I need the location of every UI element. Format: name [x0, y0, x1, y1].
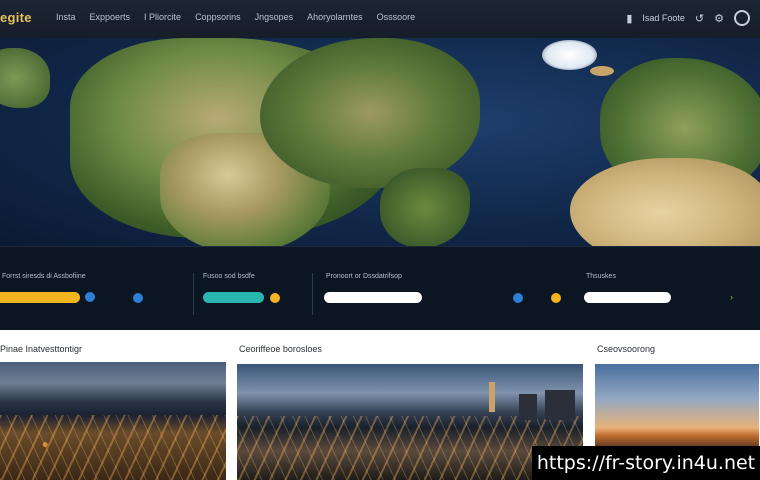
- site-logo[interactable]: egite: [0, 10, 32, 25]
- card-title-3: Cseovsoorong: [597, 344, 656, 354]
- watermark-url: https://fr-story.in4u.net: [532, 446, 760, 480]
- map-island: [590, 66, 614, 76]
- main-nav: Insta Exppoerts I Pliorcite Coppsorins J…: [56, 12, 415, 22]
- nav-item-1[interactable]: Insta: [56, 12, 76, 22]
- status-dot-yellow[interactable]: [270, 293, 280, 303]
- input-bar-3[interactable]: [324, 292, 422, 303]
- status-dot-blue[interactable]: [133, 293, 143, 303]
- nav-item-2[interactable]: Exppoerts: [90, 12, 131, 22]
- nav-item-6[interactable]: Ahoryolarntes: [307, 12, 363, 22]
- panel-label-2: Fusoo sod bsdfe: [203, 273, 255, 280]
- nav-item-7[interactable]: Osssoore: [377, 12, 416, 22]
- nav-item-3[interactable]: I Pliorcite: [144, 12, 181, 22]
- nav-item-5[interactable]: Jngsopes: [255, 12, 294, 22]
- input-bar-4[interactable]: [584, 292, 671, 303]
- map-landmass: [380, 168, 470, 246]
- tower-building: [489, 382, 495, 412]
- nav-item-4[interactable]: Coppsorins: [195, 12, 241, 22]
- map-ice-cap: [542, 40, 597, 70]
- panel-divider: [312, 273, 313, 315]
- header-account-link[interactable]: Isad Foote: [642, 13, 685, 23]
- panel-divider: [193, 273, 194, 315]
- bookmark-icon[interactable]: ▮: [626, 12, 632, 25]
- dashboard-strip: Forrst siresds di Assbofiine Fusoo sod b…: [0, 246, 760, 332]
- city-lights: [0, 415, 226, 480]
- map-landmass: [0, 48, 50, 108]
- settings-icon[interactable]: ⚙: [714, 12, 724, 25]
- tower-building: [545, 390, 575, 420]
- map-landmass: [570, 158, 760, 246]
- card-title-2: Ceoriffeoe borosloes: [239, 344, 322, 354]
- chevron-right-icon[interactable]: ›: [730, 292, 733, 302]
- tower-building: [519, 394, 537, 420]
- progress-bar-1[interactable]: [0, 292, 80, 303]
- share-icon[interactable]: ↺: [695, 12, 704, 25]
- top-navigation-bar: egite Insta Exppoerts I Pliorcite Coppso…: [0, 0, 760, 39]
- map-landmass: [260, 38, 480, 188]
- world-map-hero[interactable]: [0, 38, 760, 246]
- status-dot-blue[interactable]: [513, 293, 523, 303]
- panel-label-1: Forrst siresds di Assbofiine: [2, 273, 86, 280]
- panel-label-4: Thsuskes: [586, 273, 616, 280]
- content-card-1[interactable]: Pinae Inatvesttontigr: [0, 330, 226, 480]
- progress-bar-2[interactable]: [203, 292, 264, 303]
- header-tools: ▮ Isad Foote ↺ ⚙: [626, 10, 750, 26]
- card-image-city-night[interactable]: [0, 362, 226, 480]
- card-title-1: Pinae Inatvesttontigr: [0, 344, 83, 354]
- status-dot-blue[interactable]: [85, 292, 95, 302]
- panel-label-3: Pronoort or Dssdatrifsop: [326, 273, 402, 280]
- profile-icon[interactable]: [734, 10, 750, 26]
- status-dot-yellow[interactable]: [551, 293, 561, 303]
